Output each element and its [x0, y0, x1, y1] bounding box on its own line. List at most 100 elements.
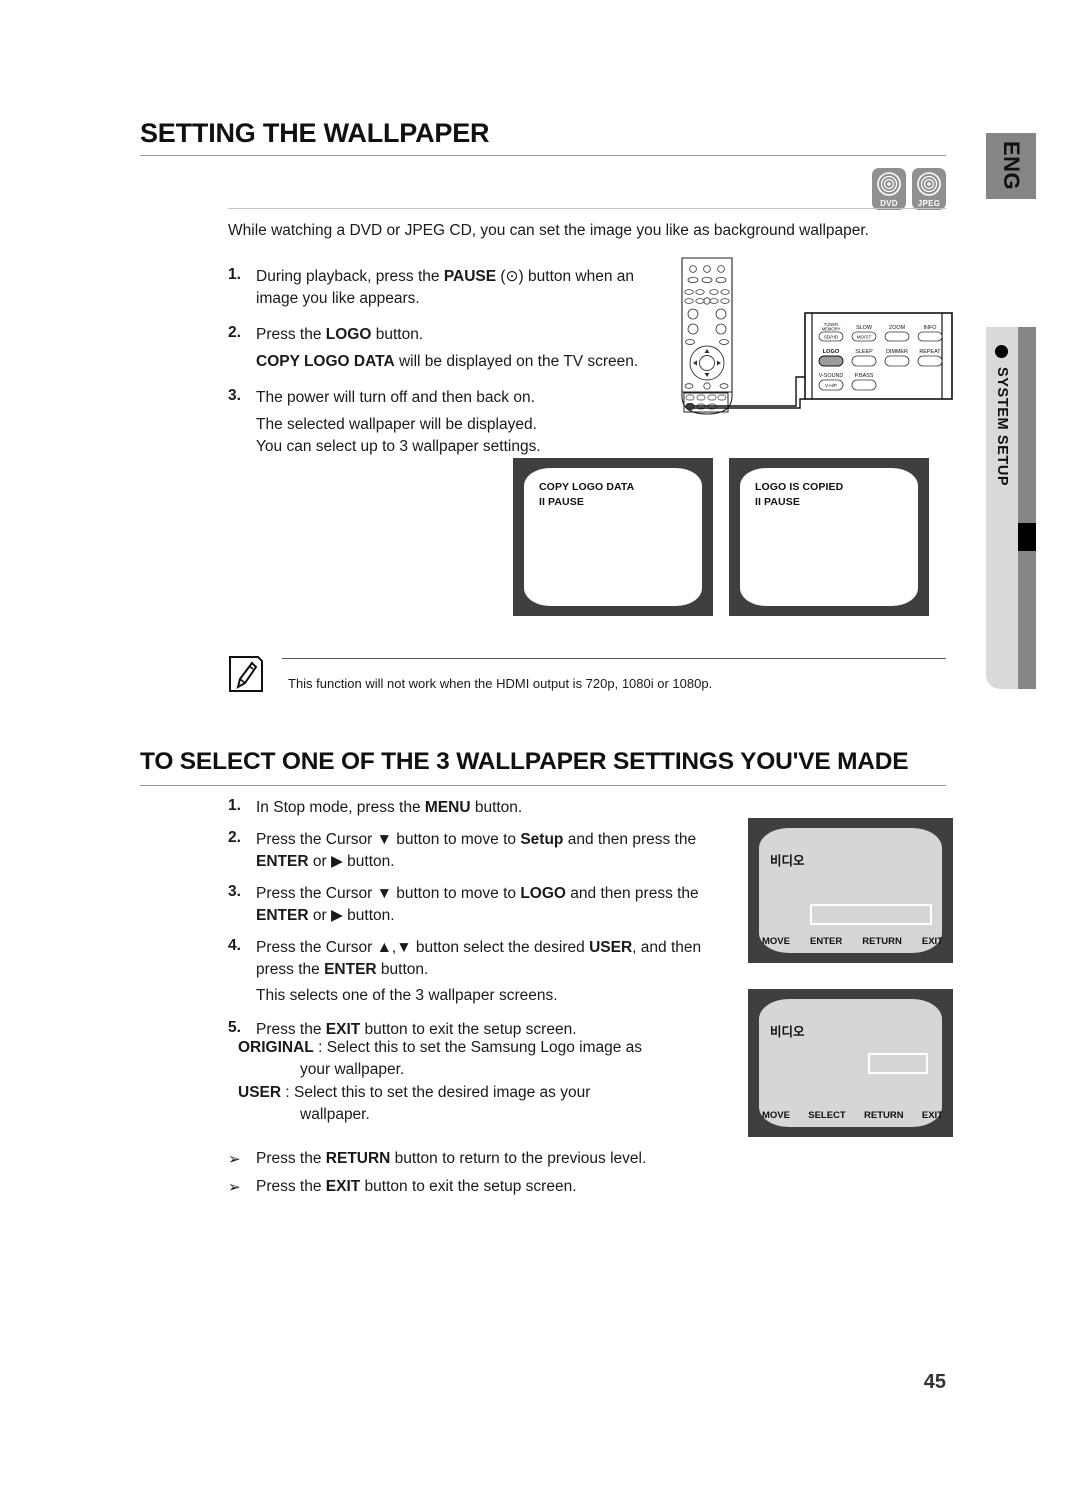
step-text-c: or ▶ button. — [308, 853, 395, 870]
side-tab-dark-strip — [1018, 327, 1036, 689]
step-text-a: In Stop mode, press the — [256, 799, 425, 816]
step-number: 1. — [228, 797, 241, 814]
arrow-note-bold: EXIT — [325, 1178, 361, 1195]
definition-separator: : — [313, 1039, 327, 1056]
menu-footer-exit: EXIT — [921, 936, 943, 947]
step-text-a: Press the Cursor ▼ button to move to — [256, 831, 521, 848]
osd-line-2: II PAUSE — [755, 496, 800, 508]
tv-screen-copy-logo-data: COPY LOGO DATA II PAUSE — [513, 458, 713, 616]
page-title: SETTING THE WALLPAPER — [140, 118, 490, 148]
menu-footer-exit: EXIT — [921, 1110, 943, 1121]
media-badges: DVD JPEG — [872, 168, 946, 210]
menu-footer-select: SELECT — [808, 1110, 846, 1121]
media-badge-dvd: DVD — [872, 168, 906, 210]
step-text-b: button. — [470, 799, 523, 816]
note-rule — [282, 658, 946, 659]
step-bold: EXIT — [325, 1021, 361, 1038]
disc-icon — [917, 172, 941, 196]
arrow-note-text-a: Press the — [256, 1178, 326, 1195]
definition-separator: : — [281, 1084, 294, 1101]
step-bold: LOGO — [325, 326, 372, 343]
svg-text:P.BASS: P.BASS — [855, 373, 874, 379]
svg-text:V-SOUND: V-SOUND — [819, 373, 844, 379]
step-text: Press the LOGO button. — [256, 324, 658, 346]
step-bold: PAUSE — [443, 268, 497, 285]
step-item: 2. Press the Cursor ▼ button to move to … — [228, 829, 728, 873]
step-text-a: Press the — [256, 326, 326, 343]
step-text: Press the Cursor ▲,▼ button select the d… — [256, 937, 728, 981]
step-text: Press the Cursor ▼ button to move to Set… — [256, 829, 728, 873]
svg-text:SLEEP: SLEEP — [855, 349, 873, 355]
step-item: 1. In Stop mode, press the MENU button. — [228, 797, 728, 819]
language-badge-label: ENG — [999, 141, 1024, 191]
arrow-notes: ➢ Press the RETURN button to return to th… — [228, 1147, 728, 1198]
arrow-note-return: ➢ Press the RETURN button to return to th… — [228, 1147, 728, 1170]
step-number: 2. — [228, 829, 241, 846]
step-text-c: button. — [376, 961, 429, 978]
side-tab-system-setup: SYSTEM SETUP — [986, 327, 1036, 689]
menu-screen-title: 비디오 — [770, 1025, 805, 1039]
side-tab-marker — [1018, 523, 1036, 551]
menu-footer-move: MOVE — [762, 936, 790, 947]
remote-diagram-svg: TUNER MEMORY SD/HD SLOW MO/ST ZOOM INFO … — [681, 257, 953, 415]
intro-rule — [228, 208, 946, 209]
definition-item-original: ORIGINAL : Select this to set the Samsun… — [238, 1037, 708, 1081]
step-text-a: Press the — [256, 1021, 326, 1038]
step-number: 3. — [228, 387, 241, 404]
step-subtext: The selected wallpaper will be displayed… — [256, 416, 537, 433]
arrow-note-bold: RETURN — [325, 1150, 391, 1167]
language-badge: ENG — [986, 133, 1036, 199]
menu-screen-title: 비디오 — [770, 854, 805, 868]
menu-highlight-field — [868, 1053, 928, 1074]
step-bold-2: ENTER — [256, 853, 309, 870]
svg-text:ZOOM: ZOOM — [889, 325, 906, 331]
remote-control-illustration: TUNER MEMORY SD/HD SLOW MO/ST ZOOM INFO … — [676, 256, 956, 436]
definition-list: ORIGINAL : Select this to set the Samsun… — [238, 1037, 708, 1126]
osd-line-1: LOGO IS COPIED — [755, 481, 844, 493]
step-text-b: button. — [371, 326, 424, 343]
step-number: 3. — [228, 883, 241, 900]
menu-footer-move: MOVE — [762, 1110, 790, 1121]
svg-text:SLOW: SLOW — [856, 325, 873, 331]
bullet-dot-icon — [995, 345, 1008, 358]
step-bold-2: ENTER — [256, 907, 309, 924]
osd-line-2: II PAUSE — [539, 496, 584, 508]
step-text: In Stop mode, press the MENU button. — [256, 797, 728, 819]
step-item: 1. During playback, press the PAUSE (⊙) … — [228, 266, 658, 310]
svg-text:REPEAT: REPEAT — [919, 349, 941, 355]
step-text-b: and then press the — [565, 885, 699, 902]
step-item: 4. Press the Cursor ▲,▼ button select th… — [228, 937, 728, 1007]
step-number: 5. — [228, 1019, 241, 1036]
svg-text:DIMMER: DIMMER — [886, 349, 908, 355]
definition-text: Select this to set the Samsung Logo imag… — [326, 1039, 643, 1056]
svg-text:INFO: INFO — [924, 325, 937, 331]
menu-highlight-field — [810, 904, 932, 925]
svg-text:LOGO: LOGO — [823, 349, 840, 355]
section2-steps: 1. In Stop mode, press the MENU button. … — [228, 797, 728, 1051]
step-bold-2: ENTER — [324, 961, 377, 978]
definition-item-user: USER : Select this to set the desired im… — [238, 1082, 708, 1126]
step-bold: Setup — [520, 831, 564, 848]
intro-paragraph: While watching a DVD or JPEG CD, you can… — [228, 222, 869, 239]
step-text-b: and then press the — [563, 831, 697, 848]
menu-screen-footer: MOVE SELECT RETURN EXIT — [762, 1110, 943, 1121]
side-tab-label: SYSTEM SETUP — [994, 367, 1010, 487]
step-item: 2. Press the LOGO button. COPY LOGO DATA… — [228, 324, 658, 373]
step-subtext: COPY LOGO DATA will be displayed on the … — [256, 351, 658, 373]
step-text: Press the Cursor ▼ button to move to LOG… — [256, 883, 728, 927]
media-badge-dvd-label: DVD — [880, 199, 898, 208]
step-bold: LOGO — [520, 885, 566, 902]
step-subtext: This selects one of the 3 wallpaper scre… — [256, 987, 558, 1004]
svg-text:MEMORY: MEMORY — [822, 326, 841, 331]
manual-page: ENG SYSTEM SETUP SETTING THE WALLPAPER D… — [0, 0, 1080, 1492]
step-number: 2. — [228, 324, 241, 341]
svg-text:V-H/P: V-H/P — [825, 383, 837, 388]
step-subtext-bold: COPY LOGO DATA — [256, 353, 395, 370]
step-text: During playback, press the PAUSE (⊙) but… — [256, 266, 658, 310]
definition-text-cont: your wallpaper. — [300, 1061, 405, 1078]
step-text-a: During playback, press the — [256, 268, 444, 285]
definition-text-cont: wallpaper. — [300, 1106, 370, 1123]
tv-screen-logo-is-copied: LOGO IS COPIED II PAUSE — [729, 458, 929, 616]
step-text-a: Press the Cursor ▼ button to move to — [256, 885, 521, 902]
menu-screen-surface — [759, 828, 942, 953]
